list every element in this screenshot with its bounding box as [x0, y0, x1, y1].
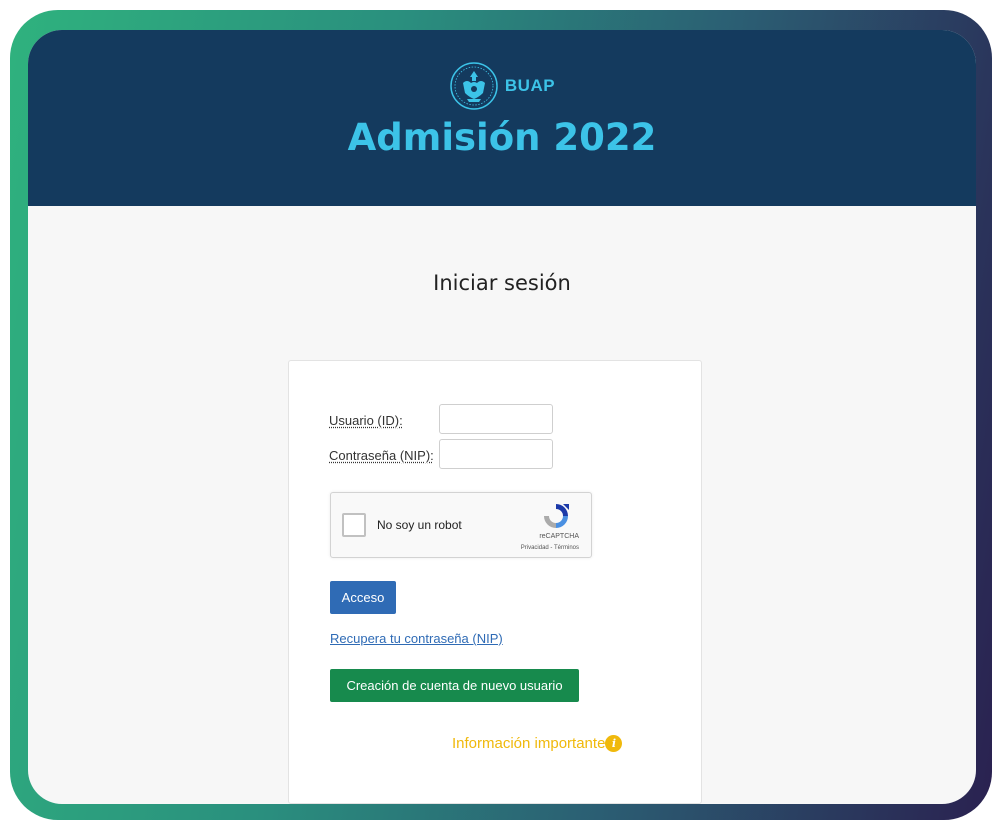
recaptcha-label: No soy un robot [377, 518, 462, 532]
info-icon: i [605, 735, 623, 752]
recaptcha-logo-icon [541, 501, 571, 536]
password-label: Contraseña (NIP): [329, 448, 434, 463]
password-input[interactable] [439, 439, 553, 469]
access-button[interactable]: Acceso [330, 581, 396, 614]
recaptcha-checkbox[interactable] [342, 513, 366, 537]
login-heading: Iniciar sesión [433, 271, 571, 295]
recaptcha-brand: reCAPTCHA [539, 533, 579, 540]
page-header: BUAP Admisión 2022 [28, 30, 976, 206]
recover-password-link[interactable]: Recupera tu contraseña (NIP) [330, 631, 503, 646]
page-title: Admisión 2022 [347, 116, 657, 159]
important-info-label: Información importante [452, 735, 606, 752]
user-id-label: Usuario (ID): [329, 413, 403, 428]
user-id-input[interactable] [439, 404, 553, 434]
create-account-button[interactable]: Creación de cuenta de nuevo usuario [330, 669, 579, 702]
recaptcha-privacy-terms[interactable]: Privacidad - Términos [521, 545, 579, 551]
browser-screen: BUAP Admisión 2022 Iniciar sesión Usuari… [28, 30, 976, 804]
recaptcha-widget: No soy un robot reCAPTCHA Privacidad - T… [330, 492, 592, 558]
brand-name: BUAP [504, 76, 556, 95]
university-seal-icon [449, 61, 499, 111]
important-info-link[interactable]: Información importante i [452, 735, 623, 752]
brand-logo[interactable]: BUAP [28, 58, 976, 114]
login-card: Usuario (ID): Contraseña (NIP): No soy u… [288, 360, 702, 804]
